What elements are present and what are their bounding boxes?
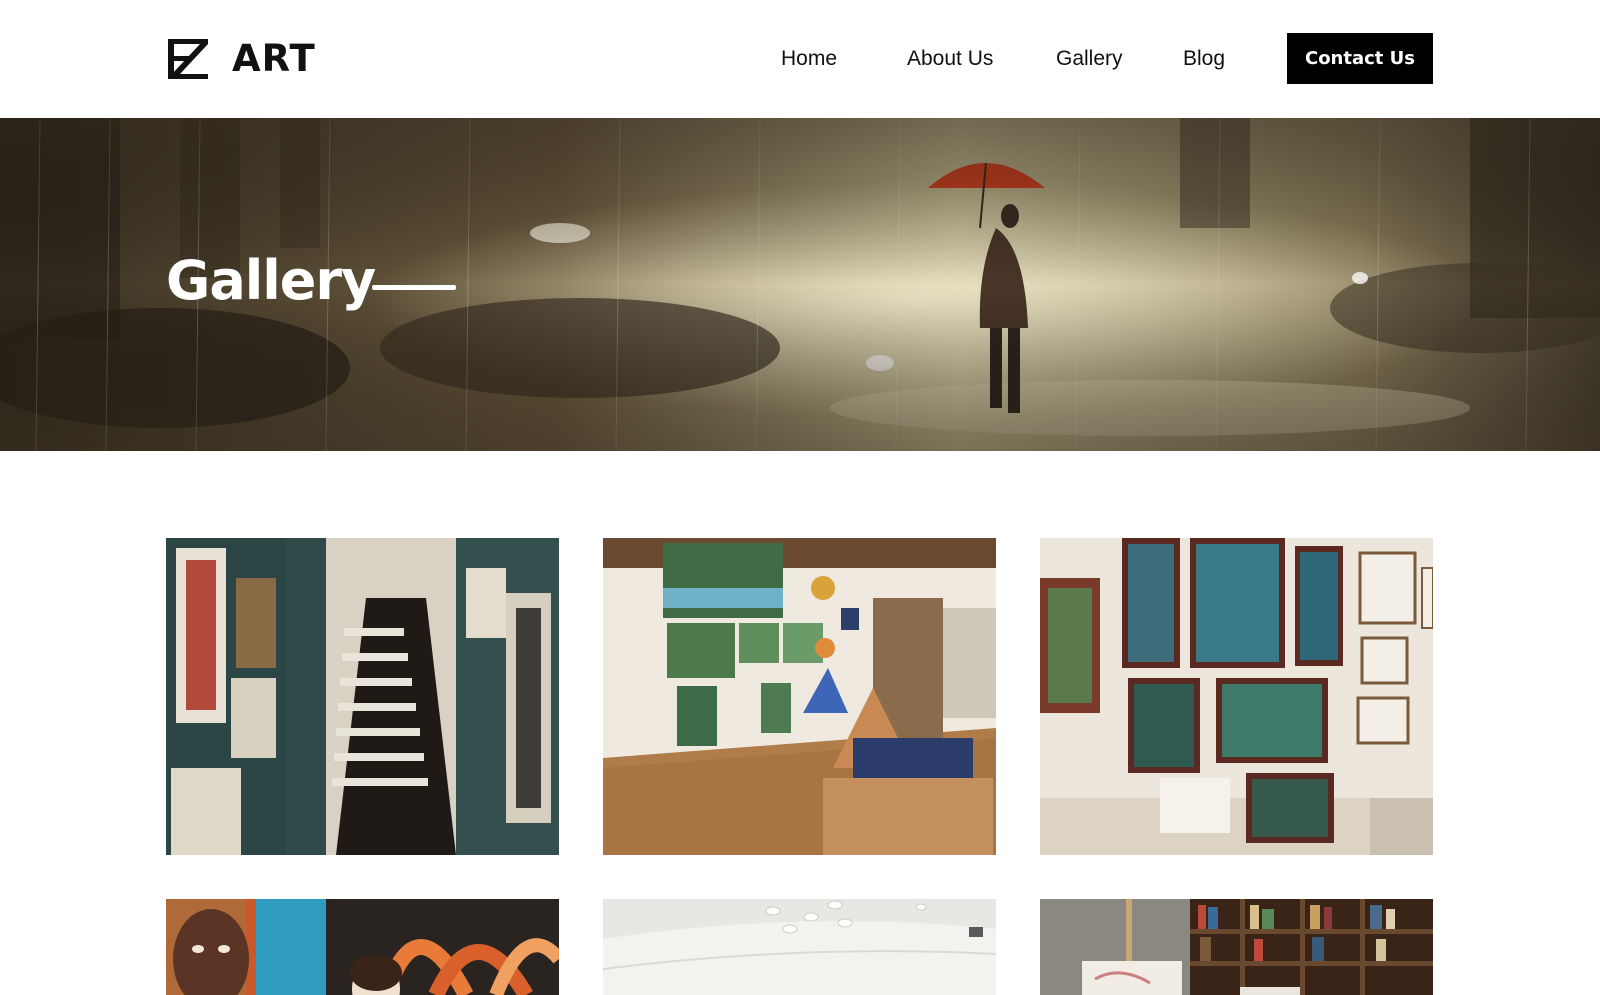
bookshelf-easel-image xyxy=(1040,899,1433,995)
ez-monogram-icon xyxy=(166,37,210,81)
brand-name: ART xyxy=(232,37,316,80)
gallery-image-5[interactable] xyxy=(603,899,996,995)
gallery-image-1[interactable] xyxy=(166,538,559,855)
gallery-image-2[interactable] xyxy=(603,538,996,855)
nav-home[interactable]: Home xyxy=(781,44,837,74)
gallery-image-6[interactable] xyxy=(1040,899,1433,995)
gallery-image-4[interactable] xyxy=(166,899,559,995)
nav-about-us[interactable]: About Us xyxy=(907,44,993,74)
logo[interactable]: ART xyxy=(166,36,316,81)
white-gallery-ceiling-image xyxy=(603,899,996,995)
tree-paintings-wall-image xyxy=(1040,538,1433,855)
nav-gallery[interactable]: Gallery xyxy=(1056,44,1123,74)
staircase-gallery-image xyxy=(166,538,559,855)
page-title: Gallery xyxy=(166,249,376,312)
landscape-exhibit-image xyxy=(603,538,996,855)
gallery-image-3[interactable] xyxy=(1040,538,1433,855)
hero-banner: Gallery xyxy=(0,118,1600,451)
title-underline xyxy=(372,285,456,290)
site-header: ART Home About Us Gallery Blog Contact U… xyxy=(0,0,1600,118)
contact-us-button[interactable]: Contact Us xyxy=(1287,33,1433,84)
portrait-mural-image xyxy=(166,899,559,995)
nav-blog[interactable]: Blog xyxy=(1183,44,1225,74)
